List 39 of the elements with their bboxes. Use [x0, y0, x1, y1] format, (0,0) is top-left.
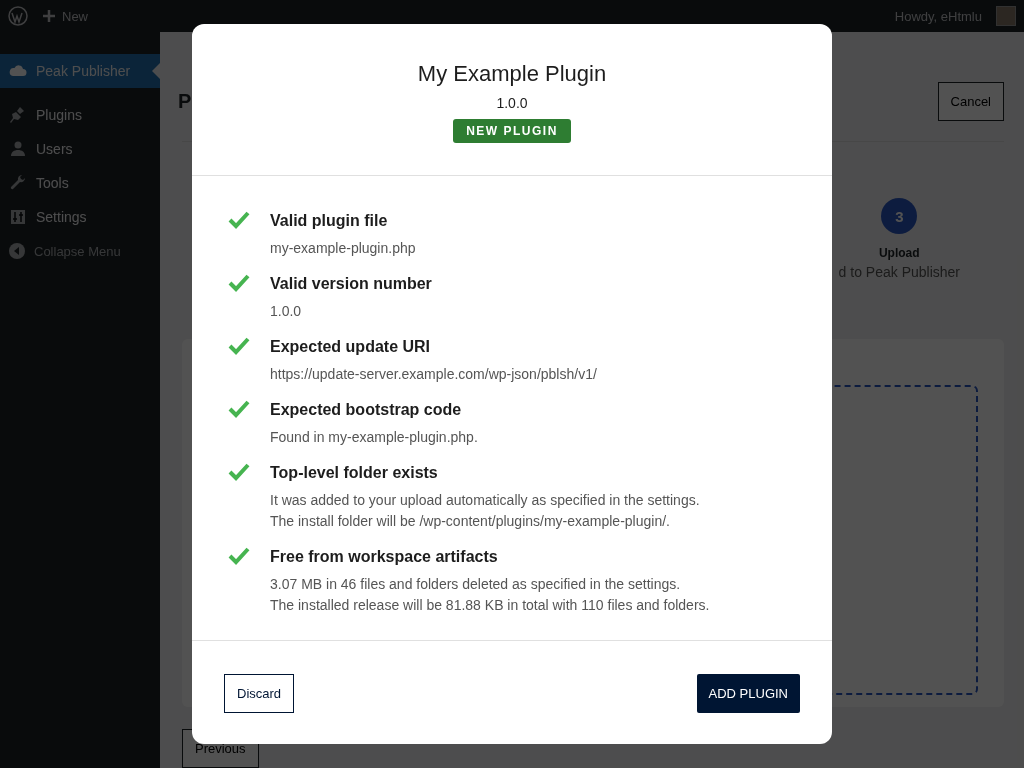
user-icon: [8, 139, 28, 159]
cancel-button[interactable]: Cancel: [937, 82, 1004, 121]
check-title: Free from workspace artifacts: [270, 547, 499, 567]
check-title: Expected bootstrap code: [270, 400, 463, 420]
sidebar-item[interactable]: Peak Publisher: [0, 54, 160, 88]
step-title: Upload: [878, 246, 920, 260]
plus-icon[interactable]: [42, 9, 56, 23]
page-heading: P: [178, 90, 192, 113]
checkmark-icon: [228, 211, 250, 229]
step-circle: 3: [881, 198, 918, 234]
check-detail: https://update-server.example.com/wp-json/pblsh/v1/: [270, 365, 597, 384]
avatar-placeholder[interactable]: [996, 6, 1016, 26]
check-detail: my-example-plugin.php: [270, 239, 416, 258]
sidebar-item[interactable]: Users: [0, 132, 160, 166]
check-title: Expected update URI: [270, 337, 432, 357]
sidebar-item[interactable]: Settings: [0, 200, 160, 234]
version-text: 1.0.0: [496, 95, 528, 111]
check-title: Valid plugin file: [270, 211, 389, 231]
check-detail: The install folder will be /wp-content/plugins/my-example-plugin/.: [270, 512, 671, 531]
check-title: Valid version number: [270, 274, 432, 294]
dialog-title: My Example Plugin: [417, 61, 607, 87]
check-detail: It was added to your upload automatically as specified in the settings.: [270, 491, 700, 510]
checkmark-icon: [228, 337, 250, 355]
add-plugin-button[interactable]: ADD PLUGIN: [696, 674, 800, 713]
check-detail: 1.0.0: [270, 302, 303, 321]
sidebar-item[interactable]: Plugins: [0, 98, 160, 132]
sliders-icon: [8, 207, 28, 227]
check-detail: The installed release will be 81.88 KB in total with 110 files and folders.: [270, 596, 710, 615]
new-plugin-badge: NEW PLUGIN: [453, 119, 571, 143]
check-detail: Found in my-example-plugin.php.: [270, 428, 478, 447]
sidebar-item[interactable]: Tools: [0, 166, 160, 200]
checkmark-icon: [228, 274, 250, 292]
checkmark-icon: [228, 463, 250, 481]
check-detail: 3.07 MB in 46 files and folders deleted as specified in the settings.: [270, 575, 682, 594]
wordpress-logo-icon[interactable]: [8, 6, 28, 26]
checkmark-icon: [228, 400, 250, 418]
check-title: Top-level folder exists: [270, 463, 439, 483]
discard-button[interactable]: Discard: [224, 674, 295, 713]
checkmark-icon: [228, 547, 250, 565]
